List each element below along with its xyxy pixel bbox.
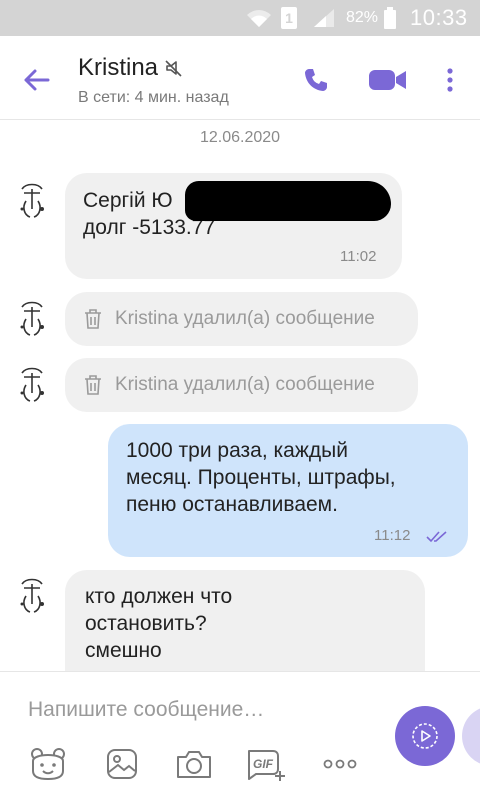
more-tools-button[interactable] — [318, 742, 362, 786]
chat-header: Kristina В сети: 4 мин. назад — [0, 36, 480, 120]
sticker-button[interactable] — [26, 742, 70, 786]
message-input[interactable] — [28, 694, 368, 726]
play-circle-icon — [412, 723, 438, 749]
send-button[interactable] — [395, 706, 455, 766]
trash-icon — [85, 375, 101, 395]
voice-call-button[interactable] — [294, 58, 338, 102]
video-call-button[interactable] — [366, 58, 410, 102]
battery-percent: 82% — [346, 9, 379, 26]
deleted-message-text: Kristina удалил(а) сообщение — [115, 374, 375, 395]
avatar[interactable] — [14, 179, 50, 221]
avatar[interactable] — [14, 297, 50, 339]
signal-icon — [312, 0, 338, 36]
sim-slot-label: 1 — [281, 7, 297, 29]
avatar[interactable] — [14, 363, 50, 405]
more-options-button[interactable] — [428, 58, 472, 102]
back-button[interactable] — [16, 60, 56, 100]
deleted-message[interactable]: Kristina удалил(а) сообщение — [65, 292, 418, 346]
avatar[interactable] — [14, 574, 50, 616]
incoming-message[interactable]: Сергій Ю долг -5133.77 11:02 — [65, 173, 402, 279]
message-list[interactable]: 12.06.2020 Сергій Ю долг -5133.77 11:02 … — [0, 121, 480, 671]
date-separator: 12.06.2020 — [199, 129, 281, 146]
deleted-message[interactable]: Kristina удалил(а) сообщение — [65, 358, 418, 412]
more-dots-icon — [323, 759, 357, 769]
message-line: месяц. Проценты, штрафы, — [126, 466, 396, 489]
camera-icon — [177, 751, 211, 778]
video-camera-icon — [369, 70, 406, 90]
muted-icon — [165, 60, 182, 77]
message-line: кто должен что — [85, 585, 233, 608]
gallery-button[interactable] — [100, 742, 144, 786]
bear-sticker-icon — [31, 748, 65, 781]
gif-label: GIF — [253, 757, 274, 771]
gif-icon: GIF — [248, 750, 285, 781]
camera-button[interactable] — [172, 742, 216, 786]
incoming-message[interactable]: кто должен что остановить? смешно — [65, 570, 425, 671]
outgoing-message[interactable]: 1000 три раза, каждый месяц. Проценты, ш… — [108, 424, 468, 557]
message-line: смешно — [85, 639, 162, 662]
secondary-action-button[interactable] — [462, 706, 480, 766]
image-icon — [107, 749, 137, 779]
deleted-message-text: Kristina удалил(а) сообщение — [115, 308, 375, 329]
wifi-icon — [245, 0, 275, 36]
sim-icon: 1 — [281, 0, 301, 36]
arrow-left-icon — [24, 69, 50, 91]
message-line: 1000 три раза, каждый — [126, 439, 348, 462]
clock: 10:33 — [410, 5, 468, 30]
status-bar: 1 82% 10:33 — [0, 0, 480, 36]
last-seen-status: В сети: 4 мин. назад — [78, 89, 229, 106]
read-receipt-icon — [426, 531, 447, 543]
phone-icon — [305, 69, 327, 91]
trash-icon — [85, 309, 101, 329]
message-line: Сергій Ю — [83, 189, 173, 212]
battery-icon — [384, 0, 398, 36]
message-time: 11:12 — [374, 527, 411, 544]
kebab-menu-icon — [447, 68, 453, 92]
message-time: 11:02 — [340, 248, 377, 265]
contact-name: Kristina — [78, 54, 159, 81]
message-line: пеню останавливаем. — [126, 493, 338, 516]
gif-button[interactable]: GIF — [244, 742, 288, 786]
contact-title[interactable]: Kristina — [78, 54, 184, 82]
chat-screen: 1 82% 10:33 Kristina В сети: 4 мин. наза… — [0, 0, 480, 800]
redaction-mark — [185, 181, 391, 221]
message-line: остановить? — [85, 612, 207, 635]
message-composer: GIF — [0, 671, 480, 800]
